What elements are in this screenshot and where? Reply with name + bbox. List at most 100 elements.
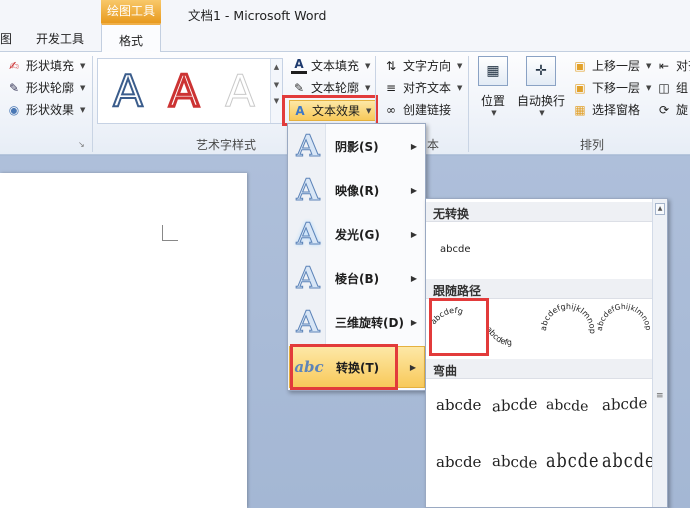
shape-fill-button[interactable]: ✍ 形状填充 ▼ [6,57,85,74]
send-backward-icon: ▣ [574,80,586,95]
dropdown-arrow-icon: ▼ [539,109,545,117]
gallery-scrollbar[interactable]: ▲ ▼ ▼ [270,59,282,123]
warp-option-1[interactable]: abcde [436,396,481,414]
no-transform-heading: 无转换 [426,202,653,222]
menu-item-label: 棱台(B) [335,271,380,286]
align-text-label: 对齐文本 [403,81,452,95]
tab-view-partial[interactable]: 图 [0,30,12,47]
scroll-up-icon[interactable]: ▲ [655,203,665,215]
wordart-style-gray-outline[interactable]: A [214,65,266,117]
shape-fill-label: 形状填充 [26,59,75,73]
menu-item-reflection[interactable]: A 映像(R) ▶ [289,169,425,211]
warp-option-5[interactable]: abcde [436,453,481,471]
wrap-text-button[interactable]: ✛ 自动换行 ▼ [515,56,567,117]
group-label: 组 [676,81,689,95]
wordart-style-red-outline[interactable]: A [158,64,210,118]
transform-submenu: 无转换 abcde 跟随路径 abcdefg abcdefg abcdefghi… [425,198,668,508]
warp-option-4[interactable]: abcde [602,394,647,414]
text-direction-icon: ⇅ [385,58,397,73]
shape-outline-button[interactable]: ✎ 形状轮廓 ▼ [6,79,85,96]
drawing-tools-context-tab[interactable]: 绘图工具 [101,0,161,23]
wrap-text-icon: ✛ [526,56,556,86]
group-objects-icon: ◫ [658,80,670,95]
text-fill-icon: A [291,57,307,74]
warp-heading: 弯曲 [426,359,653,379]
position-button[interactable]: ▦ 位置 ▼ [478,56,508,117]
warp-option-3[interactable]: abcde [546,397,588,415]
path-button-option[interactable]: abcdefGhijklmnop [595,302,653,331]
shadow-effect-icon: A [296,128,320,164]
submenu-arrow-icon: ▶ [409,362,416,372]
create-link-label: 创建链接 [403,103,452,117]
menu-item-label: 映像(R) [335,183,380,198]
tab-format[interactable]: 格式 [101,23,161,52]
dropdown-arrow-icon: ▼ [80,105,86,114]
no-transform-option[interactable]: abcde [440,244,470,255]
submenu-arrow-icon: ▶ [410,317,417,327]
align-text-button[interactable]: ≡ 对齐文本 ▼ [383,79,462,96]
glow-effect-icon: A [296,216,320,252]
menu-item-3d-rotation[interactable]: A 三维旋转(D) ▶ [289,301,425,343]
scroll-grip-icon[interactable]: ≡ [656,391,664,401]
shape-effects-button[interactable]: ◉ 形状效果 ▼ [6,101,86,118]
selection-pane-icon: ▦ [574,102,586,117]
text-direction-button[interactable]: ⇅ 文字方向 ▼ [383,57,462,74]
svg-text:abcdefGhijklmnop: abcdefGhijklmnop [595,302,653,331]
submenu-scrollbar[interactable]: ▲ ≡ [652,199,667,507]
3d-rotation-effect-icon: A [296,304,320,340]
gallery-down-icon[interactable]: ▼ [271,81,282,89]
dropdown-arrow-icon: ▼ [365,61,371,70]
reflection-effect-icon: A [296,172,320,208]
gallery-up-icon[interactable]: ▲ [271,63,282,71]
text-outline-button[interactable]: ✎ 文本轮廓 ▼ [291,79,370,96]
wordart-styles-group-label: 艺术字样式 [196,138,257,152]
menu-item-label: 发光(G) [335,227,380,242]
warp-option-7[interactable]: abcde [546,449,599,472]
text-outline-label: 文本轮廓 [311,81,360,95]
menu-item-shadow[interactable]: A 阴影(S) ▶ [289,125,425,167]
dropdown-arrow-icon: ▼ [457,83,463,92]
warp-option-8[interactable]: abcde [602,449,655,472]
selection-pane-button[interactable]: ▦ 选择窗格 [572,101,640,118]
submenu-arrow-icon: ▶ [410,141,417,151]
menu-item-glow[interactable]: A 发光(G) ▶ [289,213,425,255]
dropdown-arrow-icon: ▼ [646,61,652,70]
dropdown-arrow-icon: ▼ [646,83,652,92]
dropdown-arrow-icon: ▼ [491,109,497,117]
position-label: 位置 [480,94,505,108]
rotate-button[interactable]: ⟳ 旋 [656,101,688,118]
submenu-arrow-icon: ▶ [410,185,417,195]
path-circle-option[interactable]: abcdefghijklmnop [539,302,597,334]
group-objects-button[interactable]: ◫ 组 [656,79,688,96]
gallery-more-icon[interactable]: ▼ [271,97,282,105]
menu-item-label: 阴影(S) [335,139,379,154]
warp-option-6[interactable]: abcde [492,452,537,472]
submenu-arrow-icon: ▶ [410,229,417,239]
menu-item-bevel[interactable]: A 棱台(B) ▶ [289,257,425,299]
tab-developer[interactable]: 开发工具 [36,30,84,47]
position-icon: ▦ [478,56,508,86]
shape-effects-icon: ◉ [8,102,20,117]
align-objects-icon: ⇤ [658,58,670,73]
bevel-effect-icon: A [296,260,320,296]
wrap-text-label: 自动换行 [516,94,565,108]
follow-path-heading: 跟随路径 [426,279,653,299]
dropdown-arrow-icon: ▼ [457,61,463,70]
text-outline-icon: ✎ [293,80,305,95]
dialog-launcher-icon[interactable]: ↘ [78,140,85,149]
wordart-style-blue-outline[interactable]: A [102,65,154,118]
text-group-label: 本 [427,138,440,152]
send-backward-button[interactable]: ▣ 下移一层 ▼ [572,79,651,96]
bring-forward-button[interactable]: ▣ 上移一层 ▼ [572,57,651,74]
wordart-style-gallery[interactable]: A A A ▲ ▼ ▼ [97,58,283,124]
pencil-icon: ✎ [8,80,20,95]
document-page[interactable] [0,173,247,508]
text-fill-button[interactable]: A 文本填充 ▼ [291,57,370,74]
create-link-button[interactable]: ∞ 创建链接 [383,101,451,118]
align-button[interactable]: ⇤ 对齐 [656,57,690,74]
group-separator [468,56,469,152]
group-separator [92,56,93,152]
rotate-label: 旋 [676,103,689,117]
warp-option-2[interactable]: abcde [492,394,537,415]
link-icon: ∞ [386,102,396,117]
